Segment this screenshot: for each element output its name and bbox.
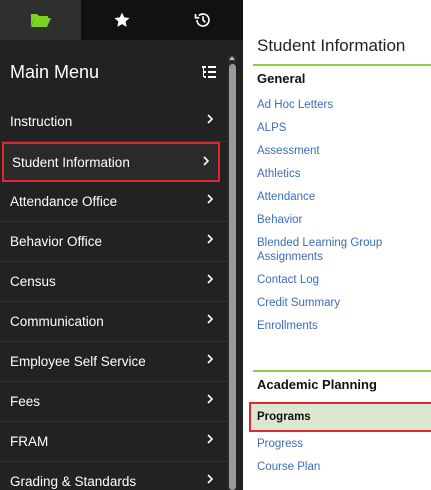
general-link-list: Ad Hoc Letters ALPS Assessment Athletics… <box>257 98 427 342</box>
chevron-right-icon <box>207 194 214 204</box>
history-icon <box>194 13 210 27</box>
tab-folders[interactable] <box>0 0 81 40</box>
chevron-right-icon <box>207 474 214 484</box>
menu-title: Main Menu <box>10 61 100 82</box>
sidebar-item-census[interactable]: Census <box>0 262 228 302</box>
sidebar-item-label: Communication <box>10 314 104 329</box>
sidebar-item-label: Census <box>10 274 56 289</box>
section-heading: General <box>257 70 306 86</box>
sidebar-item-label: Employee Self Service <box>10 354 146 369</box>
sidebar-item-label: Attendance Office <box>10 194 118 209</box>
link-assessment[interactable]: Assessment <box>257 144 427 158</box>
tab-recent[interactable] <box>162 0 243 40</box>
menu-header: Main Menu <box>0 52 228 92</box>
sidebar-item-fees[interactable]: Fees <box>0 382 228 422</box>
sidebar-item-label: Instruction <box>10 114 73 129</box>
sidebar-item-label: Grading & Standards <box>10 474 137 489</box>
scroll-up-arrow-icon[interactable] <box>228 54 236 62</box>
link-ad-hoc-letters[interactable]: Ad Hoc Letters <box>257 98 427 112</box>
section-heading: Academic Planning <box>257 376 377 392</box>
section-header-academic-planning: Academic Planning <box>253 370 431 396</box>
selected-link-label: Programs <box>257 411 311 423</box>
tab-favorites[interactable] <box>81 0 162 40</box>
student-information-panel: Student Information General Ad Hoc Lette… <box>243 0 431 490</box>
chevron-right-icon <box>207 314 214 324</box>
link-credit-summary[interactable]: Credit Summary <box>257 296 427 310</box>
sidebar-item-attendance-office[interactable]: Attendance Office <box>0 182 228 222</box>
sidebar-item-fram[interactable]: FRAM <box>0 422 228 462</box>
chevron-right-icon <box>207 274 214 284</box>
collapse-tree-icon[interactable] <box>202 65 216 79</box>
sidebar-item-label: FRAM <box>10 434 49 449</box>
link-blended-learning-group-assignments[interactable]: Blended Learning Group Assignments <box>257 236 427 264</box>
chevron-right-icon <box>207 114 214 124</box>
link-course-plan[interactable]: Course Plan <box>257 460 427 474</box>
main-menu-sidebar: Main Menu Instruction Student Informatio… <box>0 0 243 490</box>
sidebar-item-behavior-office[interactable]: Behavior Office <box>0 222 228 262</box>
academic-planning-link-list: Progress Course Plan <box>257 437 427 483</box>
sidebar-item-grading-standards[interactable]: Grading & Standards <box>0 462 228 490</box>
link-athletics[interactable]: Athletics <box>257 167 427 181</box>
chevron-right-icon <box>207 354 214 364</box>
sidebar-scrollbar-thumb[interactable] <box>229 64 236 490</box>
link-behavior[interactable]: Behavior <box>257 213 427 227</box>
sidebar-item-label: Fees <box>10 394 41 409</box>
sidebar-item-employee-self-service[interactable]: Employee Self Service <box>0 342 228 382</box>
sidebar-item-label: Student Information <box>12 154 130 170</box>
link-programs-selected[interactable]: Programs <box>249 402 431 432</box>
page-title: Student Information <box>257 36 406 55</box>
sidebar-tabbar <box>0 0 243 40</box>
chevron-right-icon <box>207 234 214 244</box>
chevron-right-icon <box>203 156 210 166</box>
link-contact-log[interactable]: Contact Log <box>257 273 427 287</box>
chevron-right-icon <box>207 434 214 444</box>
chevron-right-icon <box>207 394 214 404</box>
link-progress[interactable]: Progress <box>257 437 427 451</box>
link-attendance[interactable]: Attendance <box>257 190 427 204</box>
sidebar-item-instruction[interactable]: Instruction <box>0 102 228 142</box>
link-enrollments[interactable]: Enrollments <box>257 319 427 333</box>
section-header-general: General <box>253 64 431 90</box>
link-alps[interactable]: ALPS <box>257 121 427 135</box>
folder-open-icon <box>30 14 51 27</box>
star-icon <box>114 12 129 27</box>
main-menu-list: Instruction Student Information Attendan… <box>0 102 228 490</box>
sidebar-item-student-information[interactable]: Student Information <box>2 142 220 182</box>
sidebar-item-label: Behavior Office <box>10 234 103 249</box>
sidebar-item-communication[interactable]: Communication <box>0 302 228 342</box>
